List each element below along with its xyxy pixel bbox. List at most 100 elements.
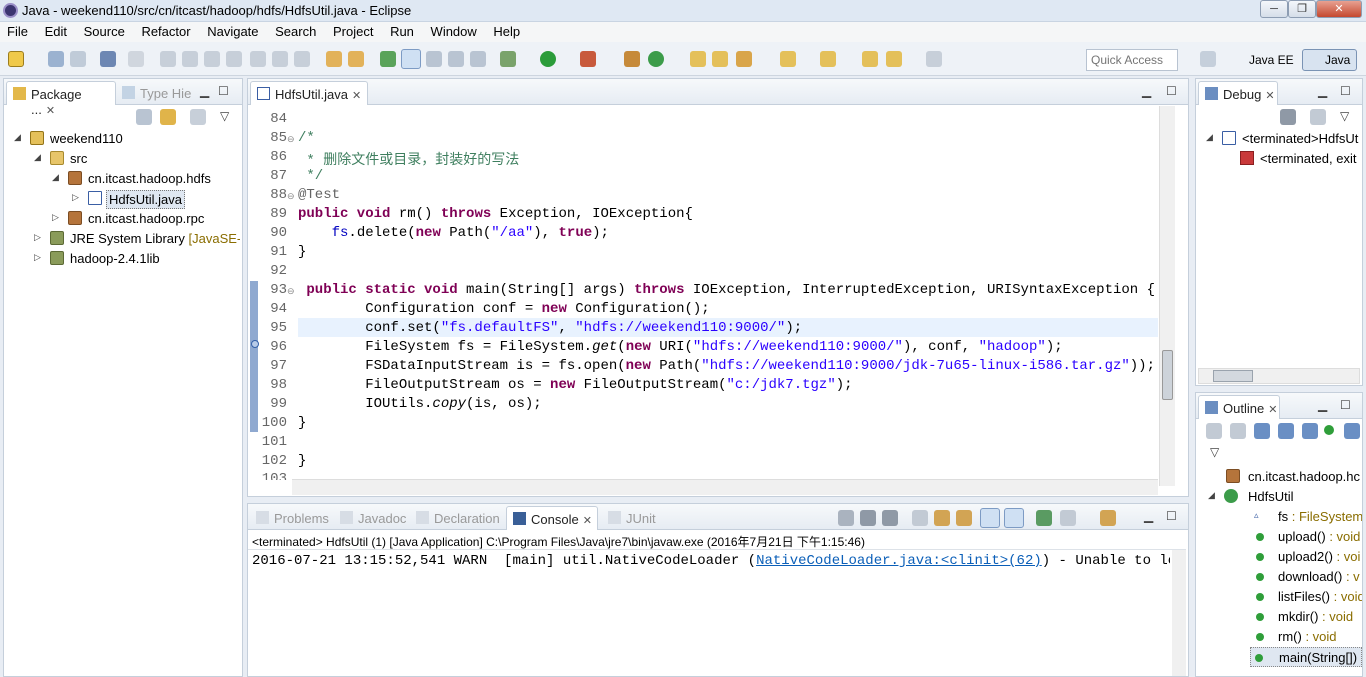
collapse-all-icon[interactable] <box>1310 109 1326 125</box>
menu-navigate[interactable]: Navigate <box>200 22 264 39</box>
outline-member[interactable]: download() : v <box>1254 567 1362 587</box>
fold-icon[interactable]: ⊖ <box>287 134 295 145</box>
collapsed-arrow-icon[interactable]: ▷ <box>72 192 79 203</box>
open-type-folder-icon[interactable] <box>690 51 706 67</box>
expanded-arrow-icon[interactable]: ◢ <box>34 152 41 163</box>
minimize-icon[interactable]: ▁ <box>1318 84 1327 98</box>
menu-edit[interactable]: Edit <box>38 22 73 39</box>
resume-icon[interactable] <box>160 51 176 67</box>
terminate-icon[interactable] <box>204 51 220 67</box>
step-over-icon[interactable] <box>272 51 288 67</box>
expanded-arrow-icon[interactable]: ◢ <box>14 132 21 143</box>
save-all-icon[interactable] <box>70 51 86 67</box>
previous-annotation-icon[interactable] <box>820 51 836 67</box>
open-type-icon[interactable] <box>380 51 396 67</box>
tab-package-explorer[interactable]: Package ... ✕ <box>6 81 116 117</box>
debug-icon[interactable] <box>500 51 516 67</box>
perspective-java-ee[interactable]: Java EE <box>1226 49 1301 71</box>
block-selection-icon[interactable] <box>426 51 442 67</box>
outline-member[interactable]: listFiles() : void <box>1254 587 1362 607</box>
close-icon[interactable]: ✕ <box>583 515 592 527</box>
external-tools-icon[interactable] <box>580 51 596 67</box>
sort-icon[interactable] <box>1230 423 1246 439</box>
code-line-98[interactable]: FileOutputStream os = new FileOutputStre… <box>298 377 852 393</box>
outline-member-selected[interactable]: main(String[]) <box>1250 647 1362 667</box>
minimize-icon[interactable]: ▁ <box>200 84 209 98</box>
code-line-94[interactable]: Configuration conf = new Configuration()… <box>298 301 709 317</box>
step-return-icon[interactable] <box>294 51 310 67</box>
pin-console-icon[interactable] <box>1036 510 1052 526</box>
tab-console[interactable]: Console ✕ <box>506 506 598 530</box>
remove-launch-icon[interactable] <box>860 510 876 526</box>
scrollbar-thumb[interactable] <box>1162 350 1173 400</box>
menu-source[interactable]: Source <box>77 22 131 39</box>
tab-junit[interactable]: JUnit <box>602 506 662 530</box>
menu-project[interactable]: Project <box>326 22 379 39</box>
expanded-arrow-icon[interactable]: ◢ <box>1208 490 1215 501</box>
code-line-99[interactable]: IOUtils.copy(is, os); <box>298 396 541 412</box>
code-line-102[interactable]: } <box>298 453 306 469</box>
outline-member[interactable]: mkdir() : void <box>1254 607 1362 627</box>
outline-member[interactable]: upload() : void <box>1254 527 1362 547</box>
outline-member[interactable]: rm() : void <box>1254 627 1362 647</box>
tab-type-hierarchy[interactable]: Type Hie <box>116 81 197 105</box>
view-menu-icon[interactable]: ▽ <box>1340 109 1349 123</box>
tree-item-jre-library[interactable]: ▷ JRE System Library [JavaSE-1. <box>34 229 240 249</box>
hide-non-public-icon[interactable] <box>1302 423 1318 439</box>
skip-breakpoints-icon[interactable] <box>128 51 144 67</box>
scroll-lock-icon[interactable] <box>934 510 950 526</box>
new-class-icon[interactable] <box>648 51 664 67</box>
new-icon[interactable] <box>8 51 24 67</box>
collapse-all-icon[interactable] <box>1206 423 1222 439</box>
code-line-100[interactable]: } <box>298 415 306 431</box>
focus-icon[interactable] <box>190 109 206 125</box>
code-line-95[interactable]: conf.set("fs.defaultFS", "hdfs://weekend… <box>298 320 802 336</box>
clear-console-icon[interactable] <box>912 510 928 526</box>
console-output-line[interactable]: 2016-07-21 13:15:52,541 WARN [main] util… <box>252 553 1170 569</box>
editor-horizontal-scrollbar[interactable] <box>292 479 1158 495</box>
outline-member[interactable]: ▵ fs : FileSystem <box>1254 507 1362 527</box>
console-vertical-scrollbar[interactable] <box>1172 550 1186 676</box>
close-icon[interactable]: ✕ <box>352 90 361 102</box>
close-icon[interactable]: ✕ <box>1265 90 1274 102</box>
code-line-89[interactable]: public void rm() throws Exception, IOExc… <box>298 206 693 222</box>
menu-search[interactable]: Search <box>268 22 322 39</box>
code-line-90[interactable]: fs.delete(new Path("/aa"), true); <box>298 225 609 241</box>
tab-hdfsutil-java[interactable]: HdfsUtil.java ✕ <box>250 81 368 105</box>
minimize-icon[interactable]: ▁ <box>1142 84 1151 98</box>
close-button[interactable]: ✕ <box>1316 0 1362 18</box>
save-icon[interactable] <box>48 51 64 67</box>
hide-local-types-icon[interactable] <box>1324 425 1334 435</box>
format-icon[interactable] <box>326 51 342 67</box>
code-line-96[interactable]: FileSystem fs = FileSystem.get(new URI("… <box>298 339 1062 355</box>
search-icon[interactable] <box>736 51 752 67</box>
menu-refactor[interactable]: Refactor <box>134 22 196 39</box>
expanded-arrow-icon[interactable]: ◢ <box>52 172 59 183</box>
code-line-97[interactable]: FSDataInputStream is = fs.open(new Path(… <box>298 358 1155 374</box>
tree-item-hdfsutil-java[interactable]: ▷ HdfsUtil.java <box>72 189 185 209</box>
open-perspective-icon[interactable] <box>1200 51 1216 67</box>
view-menu-icon[interactable]: ▽ <box>1210 445 1219 459</box>
terminate-icon[interactable] <box>838 510 854 526</box>
console-link[interactable]: NativeCodeLoader.java:<clinit>(62) <box>756 553 1042 569</box>
refactor-icon[interactable] <box>348 51 364 67</box>
code-line-87[interactable]: */ <box>298 168 323 184</box>
minimize-button[interactable]: ─ <box>1260 0 1288 18</box>
show-console-on-stderr-icon[interactable] <box>1004 508 1024 528</box>
tab-debug[interactable]: Debug ✕ <box>1198 81 1278 105</box>
scrollbar-thumb[interactable] <box>1213 370 1253 382</box>
tab-problems[interactable]: Problems <box>250 506 335 530</box>
show-console-on-stdout-icon[interactable] <box>980 508 1000 528</box>
quick-access-input[interactable] <box>1086 49 1178 71</box>
fold-icon[interactable]: ⊖ <box>287 191 295 202</box>
show-whitespace-icon[interactable] <box>448 51 464 67</box>
menu-help[interactable]: Help <box>486 22 526 39</box>
forward-icon[interactable] <box>926 51 942 67</box>
back-icon[interactable] <box>886 51 902 67</box>
collapsed-arrow-icon[interactable]: ▷ <box>34 232 41 243</box>
menu-file[interactable]: File <box>0 22 34 39</box>
hide-fields-icon[interactable] <box>1254 423 1270 439</box>
console-icon[interactable] <box>100 51 116 67</box>
code-line-86[interactable]: * 删除文件或目录，封装好的写法 <box>298 149 519 169</box>
perspective-java[interactable]: Java <box>1302 49 1358 71</box>
